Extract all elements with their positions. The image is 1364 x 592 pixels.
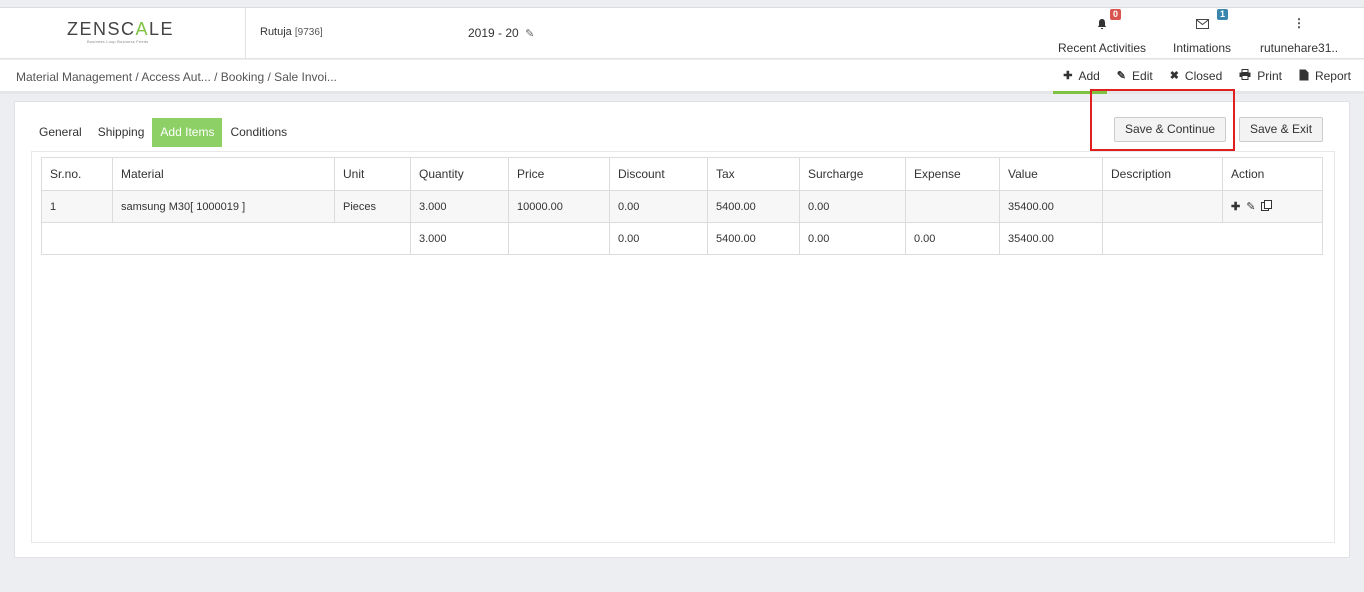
col-discount: Discount (609, 157, 708, 191)
items-table: Sr.no. Material Unit Quantity Price Disc… (41, 157, 1323, 255)
logo-tagline: Business Loop Business Feeds (87, 39, 149, 44)
logo-wordmark: ZENSCALE (67, 19, 175, 39)
breadcrumb-bar: Material Management / Access Aut... / Bo… (0, 60, 1364, 94)
col-action: Action (1222, 157, 1323, 191)
toolbar: ✚ Add ✎ Edit ✖ Closed Print Report (1053, 60, 1358, 94)
col-expense: Expense (905, 157, 1000, 191)
close-icon: ✖ (1169, 70, 1179, 82)
more-vertical-icon: ⋮ (1293, 16, 1306, 30)
col-srno: Sr.no. (41, 157, 113, 191)
breadcrumb: Material Management / Access Aut... / Bo… (16, 70, 337, 84)
edit-icon[interactable]: ✎ (1246, 200, 1255, 214)
col-tax: Tax (707, 157, 800, 191)
save-exit-button[interactable]: Save & Exit (1239, 117, 1324, 142)
account-menu[interactable]: ⋮ rutunehare31.. (1260, 16, 1338, 55)
envelope-icon: 1 (1173, 9, 1231, 34)
fiscal-year[interactable]: 2019 - 20 ✎ (468, 26, 534, 40)
table-header-row: Sr.no. Material Unit Quantity Price Disc… (41, 157, 1323, 191)
closed-button[interactable]: ✖ Closed (1160, 60, 1230, 94)
cell-unit: Pieces (334, 190, 411, 223)
cell-action: ✚ ✎ (1222, 190, 1323, 223)
logo[interactable]: ZENSCALE Business Loop Business Feeds (0, 8, 246, 59)
tab-general[interactable]: General (31, 118, 90, 147)
total-value: 35400.00 (999, 222, 1103, 255)
edit-icon[interactable]: ✎ (525, 27, 534, 40)
tab-shipping[interactable]: Shipping (90, 118, 153, 147)
closed-label: Closed (1184, 69, 1223, 83)
user-name: Rutuja (260, 26, 292, 38)
print-button[interactable]: Print (1229, 60, 1289, 94)
total-tax: 5400.00 (707, 222, 800, 255)
top-header: ZENSCALE Business Loop Business Feeds Ru… (0, 7, 1364, 59)
breadcrumb-sale-invoice: / Sale Invoi... (267, 70, 337, 84)
fiscal-year-label: 2019 - 20 (468, 26, 519, 40)
plus-icon[interactable]: ✚ (1231, 200, 1240, 214)
user-code: [9736] (294, 27, 323, 38)
col-price: Price (508, 157, 610, 191)
save-continue-button[interactable]: Save & Continue (1114, 117, 1227, 142)
cell-material: samsung M30[ 1000019 ] (112, 190, 335, 223)
table-row[interactable]: 1 samsung M30[ 1000019 ] Pieces 3.000 10… (41, 190, 1323, 223)
total-discount: 0.00 (609, 222, 708, 255)
add-button[interactable]: ✚ Add (1053, 60, 1107, 94)
totals-spacer (41, 222, 411, 255)
breadcrumb-access-aut[interactable]: / Access Aut... (135, 70, 210, 84)
totals-row: 3.000 0.00 5400.00 0.00 0.00 35400.00 (41, 222, 1323, 255)
main-card: General Shipping Add Items Conditions Sa… (14, 89, 1350, 558)
report-label: Report (1314, 69, 1351, 83)
breadcrumb-material-management[interactable]: Material Management (16, 70, 132, 84)
edit-button[interactable]: ✎ Edit (1107, 60, 1160, 94)
cell-quantity: 3.000 (410, 190, 509, 223)
print-icon (1239, 69, 1251, 83)
cell-tax: 5400.00 (707, 190, 800, 223)
report-button[interactable]: Report (1289, 60, 1358, 94)
total-expense: 0.00 (905, 222, 1000, 255)
file-icon (1299, 69, 1309, 84)
col-value: Value (999, 157, 1103, 191)
total-price (508, 222, 610, 255)
cell-surcharge: 0.00 (799, 190, 906, 223)
user-info: Rutuja [9736] (260, 26, 323, 38)
cell-value: 35400.00 (999, 190, 1103, 223)
cell-price: 10000.00 (508, 190, 610, 223)
breadcrumb-booking[interactable]: / Booking (214, 70, 264, 84)
col-unit: Unit (334, 157, 411, 191)
intimations-badge: 1 (1217, 9, 1229, 20)
recent-activities-badge: 0 (1110, 9, 1122, 20)
cell-description (1102, 190, 1223, 223)
print-label: Print (1257, 69, 1282, 83)
intimations[interactable]: 1 Intimations (1173, 9, 1232, 55)
cell-srno: 1 (41, 190, 113, 223)
intimations-label: Intimations (1173, 41, 1232, 55)
bell-icon: 0 (1058, 9, 1146, 34)
cell-discount: 0.00 (609, 190, 708, 223)
col-quantity: Quantity (410, 157, 509, 191)
edit-label: Edit (1132, 69, 1153, 83)
plus-icon: ✚ (1063, 70, 1073, 82)
cell-expense (905, 190, 1000, 223)
tab-conditions[interactable]: Conditions (222, 118, 295, 147)
row-actions: ✚ ✎ (1231, 199, 1314, 214)
recent-activities[interactable]: 0 Recent Activities (1058, 9, 1147, 55)
copy-icon[interactable] (1261, 199, 1273, 214)
total-quantity: 3.000 (410, 222, 509, 255)
account-name: rutunehare31.. (1260, 41, 1339, 55)
add-label: Add (1078, 69, 1100, 83)
edit-icon: ✎ (1116, 70, 1127, 82)
tab-add-items[interactable]: Add Items (152, 118, 223, 147)
total-surcharge: 0.00 (799, 222, 906, 255)
col-material: Material (112, 157, 335, 191)
totals-trailing (1102, 222, 1323, 255)
tab-bar: General Shipping Add Items Conditions (31, 118, 295, 147)
recent-activities-label: Recent Activities (1058, 41, 1147, 55)
col-surcharge: Surcharge (799, 157, 906, 191)
col-description: Description (1102, 157, 1223, 191)
